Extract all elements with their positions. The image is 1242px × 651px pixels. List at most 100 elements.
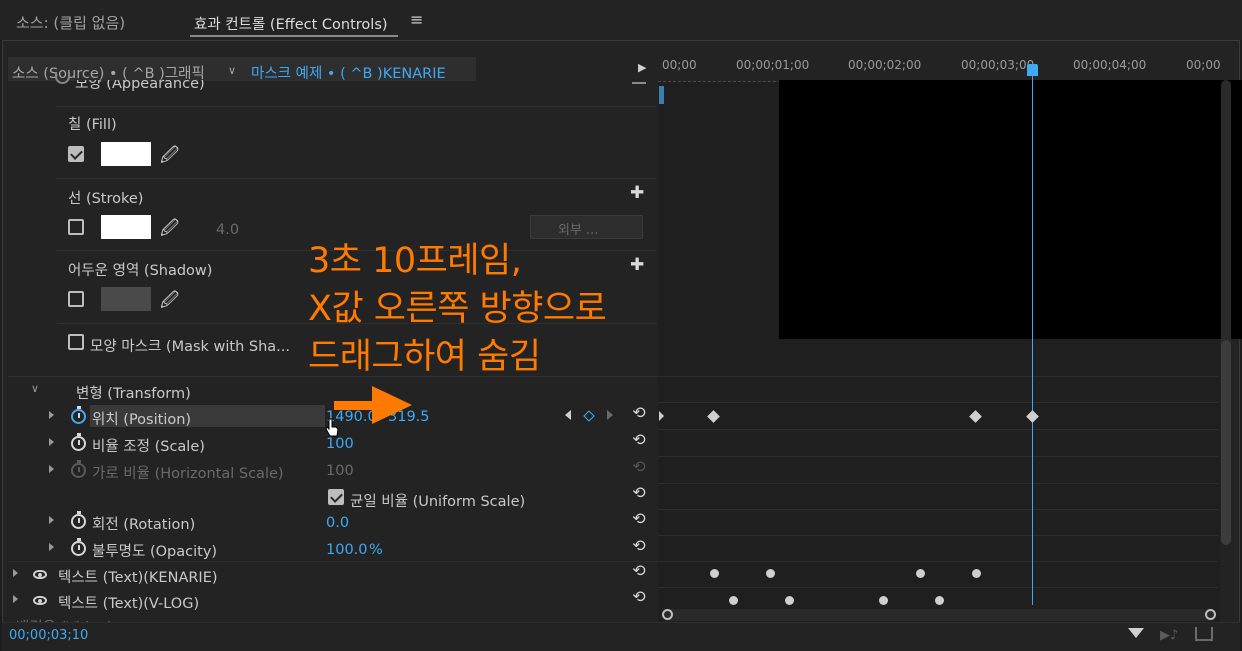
scale-value[interactable]: 100 <box>326 436 354 452</box>
transform-label: 변형 (Transform) <box>76 386 191 402</box>
stopwatch-icon[interactable] <box>71 538 86 556</box>
stroke-color-swatch[interactable] <box>101 215 151 239</box>
reset-icon[interactable]: ⟲ <box>630 511 648 527</box>
chevron-down-icon[interactable]: ∨ <box>228 64 236 77</box>
reset-icon[interactable]: ⟲ <box>630 589 648 605</box>
expand-icon[interactable] <box>49 465 54 473</box>
scale-label: 비율 조정 (Scale) <box>92 439 205 455</box>
opacity-label: 불투명도 (Opacity) <box>92 544 218 560</box>
reset-icon[interactable]: ⟲ <box>630 405 648 421</box>
playhead-line[interactable] <box>1032 65 1033 605</box>
position-label: 위치 (Position) <box>92 412 192 428</box>
fill-label: 칠 (Fill) <box>68 117 117 133</box>
layer-text-kenarie[interactable]: 텍스트 (Text)(KENARIE) <box>58 566 218 587</box>
layer-keyframe[interactable] <box>766 569 775 578</box>
expand-icon[interactable] <box>49 438 54 446</box>
opacity-value[interactable]: 100.0 <box>326 542 368 558</box>
layer-keyframe[interactable] <box>879 596 888 605</box>
ruler-tick-label: 00;00 <box>662 58 697 72</box>
shadow-color-swatch[interactable] <box>101 287 151 311</box>
layer-text-vlog[interactable]: 텍스트 (Text)(V-LOG) <box>58 592 199 613</box>
ruler-tick-label: 00;00;04;00 <box>1073 58 1147 72</box>
mask-with-shape-label: 모양 마스크 (Mask with Sha... <box>90 339 291 355</box>
eyedropper-icon[interactable]: 🖉 <box>160 216 179 246</box>
reset-icon: ⟲ <box>632 457 646 476</box>
scroll-handle-right[interactable] <box>1205 609 1216 620</box>
hscale-label: 가로 비율 (Horizontal Scale) <box>92 466 284 482</box>
panel-menu-icon[interactable]: ≡ <box>410 10 423 29</box>
visibility-eye-icon[interactable] <box>33 596 47 605</box>
stroke-width-value[interactable]: 4.0 <box>216 222 239 238</box>
keyframe-in-indicator <box>659 411 664 421</box>
eyedropper-icon[interactable]: 🖉 <box>160 143 179 173</box>
expand-icon[interactable] <box>13 595 18 603</box>
fill-color-swatch[interactable] <box>101 142 151 166</box>
shadow-checkbox[interactable] <box>68 291 84 307</box>
layer-keyframe[interactable] <box>972 569 981 578</box>
annotation-line-3: 드래그하여 숨김 <box>308 337 541 377</box>
next-keyframe-icon[interactable] <box>607 410 613 420</box>
sequence-clip-label[interactable]: 마스크 예제 • ( ^B )KENARIE <box>251 62 446 83</box>
chevron-down-icon[interactable]: ∨ <box>31 382 39 395</box>
reset-icon[interactable]: ⟲ <box>630 432 648 448</box>
visibility-eye-icon[interactable] <box>33 570 47 579</box>
rotation-label: 회전 (Rotation) <box>92 517 196 533</box>
layer-keyframe[interactable] <box>729 596 738 605</box>
tab-active-underline <box>190 35 398 37</box>
export-icon[interactable] <box>1195 627 1213 641</box>
hscale-value: 100 <box>326 463 354 479</box>
ruler-tick-label: 00;00;03;00 <box>961 58 1035 72</box>
current-timecode[interactable]: 00;00;03;10 <box>9 628 88 643</box>
tab-bar <box>0 0 1242 40</box>
fill-checkbox[interactable] <box>68 146 84 162</box>
ruler-tick-label: 00;00;01;00 <box>736 58 810 72</box>
stopwatch-icon[interactable] <box>71 406 86 424</box>
ruler-tick-label: 00;00;02;00 <box>848 58 922 72</box>
annotation-line-1: 3초 10프레임, <box>308 241 522 281</box>
stopwatch-icon <box>71 460 86 478</box>
expand-icon[interactable] <box>49 516 54 524</box>
annotation-arrow <box>334 386 414 424</box>
layer-keyframe[interactable] <box>710 569 719 578</box>
stroke-label: 선 (Stroke) <box>68 191 144 207</box>
eyedropper-icon[interactable]: 🖉 <box>160 288 179 318</box>
add-stroke-icon[interactable]: ✚ <box>630 183 644 203</box>
reset-icon[interactable]: ⟲ <box>630 538 648 554</box>
playhead-handle[interactable] <box>1027 64 1038 76</box>
stroke-position-value: 외부 ... <box>558 223 599 238</box>
play-audio-icon[interactable]: ▶♪ <box>1160 628 1178 643</box>
tab-effect-controls[interactable]: 효과 컨트롤 (Effect Controls) <box>194 13 388 34</box>
footer-bar <box>2 622 1240 651</box>
layer-keyframe[interactable] <box>935 596 944 605</box>
opacity-unit: % <box>369 542 383 558</box>
mask-with-shape-checkbox[interactable] <box>68 334 84 350</box>
rotation-value[interactable]: 0.0 <box>326 515 349 531</box>
stopwatch-icon[interactable] <box>71 433 86 451</box>
vertical-scrollbar-thumb[interactable] <box>1221 340 1231 545</box>
expand-icon[interactable] <box>49 543 54 551</box>
play-icon[interactable]: ▶ <box>638 61 646 74</box>
video-preview <box>779 80 1242 339</box>
filter-icon[interactable] <box>1128 628 1144 638</box>
reset-icon[interactable]: ⟲ <box>630 563 648 579</box>
ruler-tick-label: 00;00 <box>1186 58 1221 72</box>
prev-keyframe-icon[interactable] <box>565 410 571 420</box>
layer-keyframe[interactable] <box>916 569 925 578</box>
tab-source[interactable]: 소스: (클립 없음) <box>16 12 125 33</box>
expand-icon[interactable] <box>13 569 18 577</box>
annotation-line-2: X값 오른쪽 방향으로 <box>308 289 607 329</box>
uniform-scale-label: 균일 비율 (Uniform Scale) <box>350 494 526 510</box>
reset-icon[interactable]: ⟲ <box>630 485 648 501</box>
add-shadow-icon[interactable]: ✚ <box>630 255 644 275</box>
stroke-checkbox[interactable] <box>68 219 84 235</box>
shadow-label: 어두운 영역 (Shadow) <box>68 263 213 279</box>
work-area-marker <box>659 86 664 104</box>
expand-icon[interactable] <box>49 411 54 419</box>
horizontal-scrollbar[interactable] <box>662 609 1216 621</box>
layer-keyframe[interactable] <box>785 596 794 605</box>
scroll-handle-left[interactable] <box>662 609 673 620</box>
uniform-scale-checkbox[interactable] <box>328 489 344 505</box>
source-clip-label: 소스 (Source) • ( ^B )그래픽 <box>12 66 205 82</box>
collapse-icon[interactable] <box>632 82 646 84</box>
stopwatch-icon[interactable] <box>71 511 86 529</box>
